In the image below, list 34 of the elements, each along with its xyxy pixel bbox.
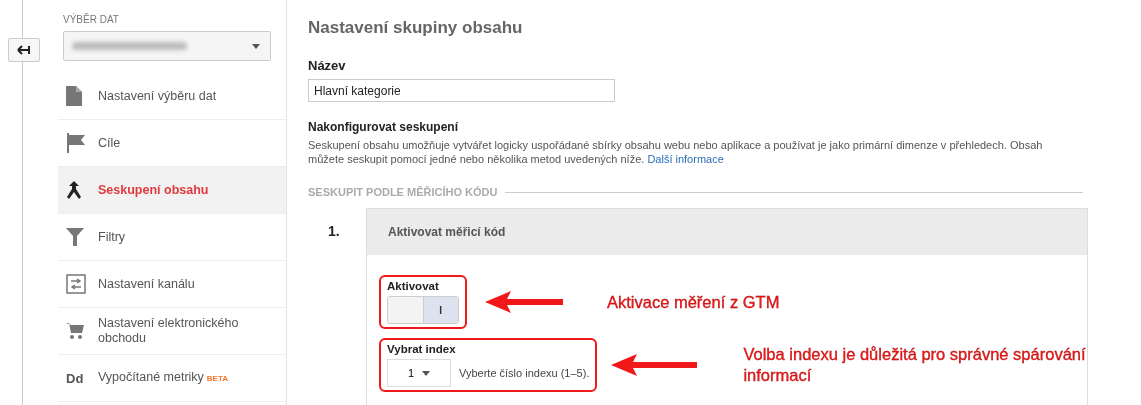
sidebar-item[interactable]: Dd Vypočítané metriky BETA xyxy=(58,355,286,402)
step-number: 1. xyxy=(328,222,341,241)
section-heading: SESKUPIT PODLE MĚŘICÍHO KÓDU xyxy=(308,186,498,198)
field-label: Vybrat index xyxy=(387,343,457,355)
section-heading: Nakonfigurovat seskupení xyxy=(308,120,460,134)
filter-icon xyxy=(66,228,84,246)
hint-text: Vyberte číslo indexu (1–5). xyxy=(459,367,590,379)
sidebar-item[interactable]: Nastavení elektronického obchodu xyxy=(58,308,286,355)
index-dropdown[interactable]: 1 xyxy=(387,359,451,387)
field-label: Aktivovat xyxy=(387,280,440,292)
toggle-switch[interactable]: I xyxy=(387,296,459,324)
dd-icon: Dd xyxy=(66,370,84,386)
sidebar-item[interactable]: Seskupení obsahu xyxy=(58,167,286,214)
name-input[interactable]: Hlavní kategorie xyxy=(308,79,615,102)
sidebar-heading: VÝBĚR DAT xyxy=(63,14,120,25)
annotation-text: Volba indexu je důležitá pro správné spárování informací xyxy=(743,344,1087,386)
cart-icon xyxy=(66,322,84,340)
flag-icon xyxy=(66,133,86,153)
description: Seskupení obsahu umožňuje vytvářet logicky uspořádané sbírky obsahu webu nebo aplikace a používat je jako primární dimenze v přehledech. Obsah můžete seskupit pomocí jedné nebo několika metod uvedených níže. Další informace xyxy=(308,138,1044,166)
step-header: Aktivovat měřicí kód xyxy=(367,209,1087,255)
channel-settings-icon xyxy=(66,274,86,294)
annotation-text: Aktivace měření z GTM xyxy=(607,292,780,312)
document-icon xyxy=(66,86,82,106)
sidebar-item[interactable]: Nastavení kanálu xyxy=(58,261,286,308)
field-label: Název xyxy=(308,58,347,73)
sidebar-item[interactable]: Filtry xyxy=(58,214,286,261)
merge-icon xyxy=(66,181,82,199)
caret-icon xyxy=(422,370,431,376)
back-arrow-icon xyxy=(17,45,31,55)
back-button[interactable] xyxy=(8,38,40,62)
caret-icon xyxy=(252,43,260,49)
page-title: Nastavení skupiny obsahu xyxy=(308,18,524,38)
sidebar-item[interactable]: Nastavení výběru dat xyxy=(58,73,286,120)
more-info-link[interactable]: Další informace xyxy=(647,153,724,165)
